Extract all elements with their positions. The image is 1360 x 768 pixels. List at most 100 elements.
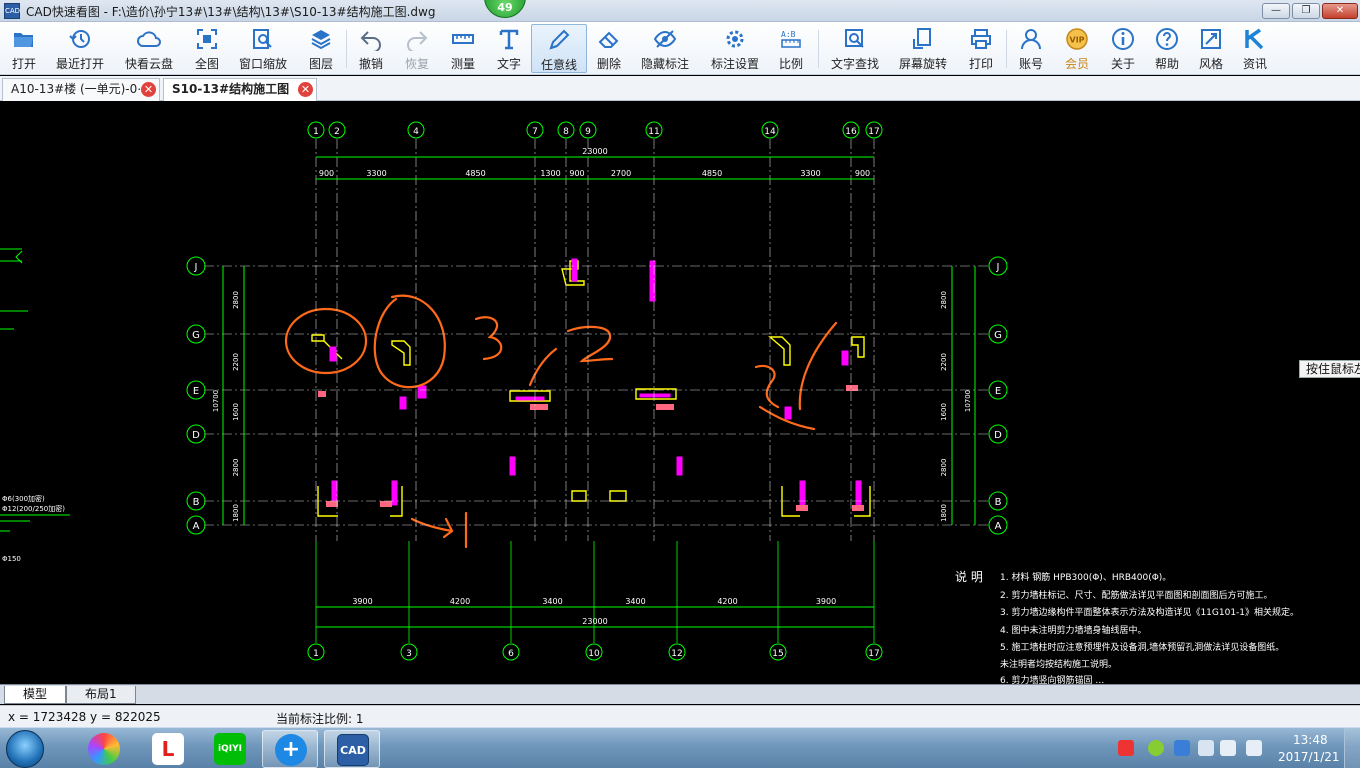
- dimension-top: 3300: [800, 169, 820, 178]
- axis-label-bottom: 3: [406, 649, 412, 659]
- layers-button[interactable]: 图层: [302, 24, 340, 73]
- volume-icon[interactable]: [1220, 740, 1236, 756]
- news-icon: [1245, 28, 1264, 50]
- pencil-icon: [549, 29, 570, 50]
- cad-app-icon: CAD: [337, 734, 369, 766]
- toolbar-separator: [1006, 30, 1007, 68]
- annotation-curve-left: [754, 364, 780, 409]
- toolbar-separator: [346, 30, 347, 68]
- style-button[interactable]: 风格: [1192, 24, 1230, 73]
- svg-text:A:B: A:B: [781, 30, 796, 39]
- history-icon: [69, 30, 90, 48]
- note-line: 3. 剪力墙边缘构件平面整体表示方法及构造详见《11G101-1》相关规定。: [1000, 606, 1299, 618]
- fit-icon: [197, 29, 217, 49]
- dimension-right: 2200: [940, 353, 948, 371]
- note-line: 5. 施工墙柱时应注意预埋件及设备洞,墙体预留孔洞做法详见设备图纸。: [1000, 641, 1284, 653]
- taskbar-app-letv[interactable]: L: [140, 730, 196, 768]
- about-button[interactable]: 关于: [1104, 24, 1142, 73]
- dimension-top: 900: [569, 169, 584, 178]
- tab-model[interactable]: 模型: [4, 686, 67, 704]
- print-button[interactable]: 打印: [962, 24, 1000, 73]
- clock-time[interactable]: 13:48: [1293, 733, 1328, 747]
- clock-date[interactable]: 2017/1/21: [1278, 750, 1340, 764]
- dimension-bottom: 3900: [352, 597, 372, 606]
- tab-architecture-drawing[interactable]: A10-13#楼 (一单元)-0⋯ ✕: [2, 78, 160, 101]
- note-line: 4. 图中未注明剪力墙墙身轴线居中。: [1000, 624, 1146, 636]
- open-button[interactable]: 打开: [4, 24, 44, 73]
- text-button[interactable]: 文字: [490, 24, 528, 73]
- start-button[interactable]: [6, 730, 44, 768]
- cad-drawing[interactable]: Φ6(300加密) Φ12(200/250加密) Φ150 J J G G E E D D B B…: [0, 101, 1360, 684]
- rotate-screen-icon: [913, 28, 931, 49]
- axis-label-row: J: [194, 262, 198, 273]
- news-button[interactable]: 资讯: [1236, 24, 1274, 73]
- erase-button[interactable]: 删除: [590, 24, 628, 73]
- maximize-button[interactable]: ❐: [1292, 3, 1320, 19]
- taskbar-app-cad[interactable]: CAD: [324, 730, 380, 768]
- tab-structure-drawing[interactable]: S10-13#结构施工图 ✕: [163, 78, 317, 102]
- style-icon: [1201, 29, 1221, 49]
- zoom-window-icon: [253, 29, 272, 49]
- dimension-bottom: 3400: [542, 597, 562, 606]
- taskbar-app-photos[interactable]: [76, 730, 132, 768]
- device-tray-icon[interactable]: [1198, 740, 1214, 756]
- text-search-button[interactable]: 文字查找: [826, 24, 884, 73]
- cloud-button[interactable]: 快看云盘: [120, 24, 178, 73]
- dimension-scale-status: 当前标注比例: 1: [276, 712, 364, 726]
- rotate-screen-button[interactable]: 屏幕旋转: [894, 24, 952, 73]
- sogou-input-icon[interactable]: [1118, 740, 1134, 756]
- taskbar-app-network[interactable]: +: [262, 730, 318, 768]
- photos-icon: [88, 733, 120, 765]
- axis-label-row: J: [996, 262, 1000, 273]
- scale-button[interactable]: A:B 比例: [772, 24, 810, 73]
- eraser-icon: [598, 31, 619, 48]
- annotation-arrow-one: [410, 511, 468, 549]
- redo-button[interactable]: 恢复: [398, 24, 436, 73]
- security-tray-icon[interactable]: [1148, 740, 1164, 756]
- axis-label-top: 17: [868, 127, 879, 137]
- wall-elements: Φ6(300加密) Φ12(200/250加密) Φ150: [0, 248, 871, 563]
- fit-button[interactable]: 全图: [188, 24, 226, 73]
- antivirus-tray-icon[interactable]: [1174, 740, 1190, 756]
- taskbar-app-iqiyi[interactable]: iQIYI: [202, 730, 258, 768]
- annotation-circle-2: [373, 294, 446, 389]
- show-desktop-button[interactable]: [1344, 728, 1360, 768]
- tab-layout-1[interactable]: 布局1: [66, 686, 136, 704]
- update-badge[interactable]: 49: [484, 0, 526, 18]
- undo-button[interactable]: 撤销: [352, 24, 390, 73]
- hover-tooltip: 按住鼠标左: [1299, 360, 1360, 378]
- vip-button[interactable]: VIP 会员: [1058, 24, 1096, 73]
- dimension-top: 1300: [540, 169, 560, 178]
- dimension-top: 3300: [366, 169, 386, 178]
- help-icon: [1156, 28, 1178, 50]
- axis-label-row: D: [192, 430, 200, 441]
- axis-label-top: 1: [313, 127, 319, 137]
- main-toolbar: 打开 最近打开 快看云盘 全图 窗口缩放 图层 撤销 恢复 测量 文字 任意线 …: [0, 22, 1360, 75]
- close-tab-icon[interactable]: ✕: [141, 82, 156, 97]
- annotation-circle-1: [284, 307, 368, 375]
- zoom-window-button[interactable]: 窗口缩放: [234, 24, 292, 73]
- account-button[interactable]: 账号: [1012, 24, 1050, 73]
- recent-button[interactable]: 最近打开: [52, 24, 108, 73]
- dimension-settings-button[interactable]: 标注设置: [706, 24, 764, 73]
- scale-icon: A:B: [781, 30, 801, 48]
- measure-button[interactable]: 测量: [444, 24, 482, 73]
- help-button[interactable]: 帮助: [1148, 24, 1186, 73]
- text-search-icon: [845, 29, 864, 48]
- network-status-icon[interactable]: [1246, 740, 1262, 756]
- dimension-left: 2800: [232, 459, 240, 477]
- annotation-curve-right: [798, 321, 838, 411]
- dimension-total-top: 23000: [582, 147, 607, 156]
- app-logo-icon: CAD: [4, 3, 20, 19]
- status-bar: x = 1723428 y = 822025 当前标注比例: 1: [0, 705, 1360, 727]
- folder-icon: [14, 33, 33, 47]
- drawing-canvas[interactable]: Φ6(300加密) Φ12(200/250加密) Φ150 J J G G E E D D B B…: [0, 101, 1360, 684]
- close-tab-icon[interactable]: ✕: [298, 82, 313, 97]
- minimize-button[interactable]: —: [1262, 3, 1290, 19]
- close-window-button[interactable]: ✕: [1322, 3, 1358, 19]
- hide-dimension-button[interactable]: 隐藏标注: [636, 24, 694, 73]
- dimension-right: 1600: [940, 403, 948, 421]
- freeline-button[interactable]: 任意线: [531, 24, 587, 73]
- axis-label-top: 9: [585, 127, 591, 137]
- eye-hidden-icon: [653, 30, 677, 48]
